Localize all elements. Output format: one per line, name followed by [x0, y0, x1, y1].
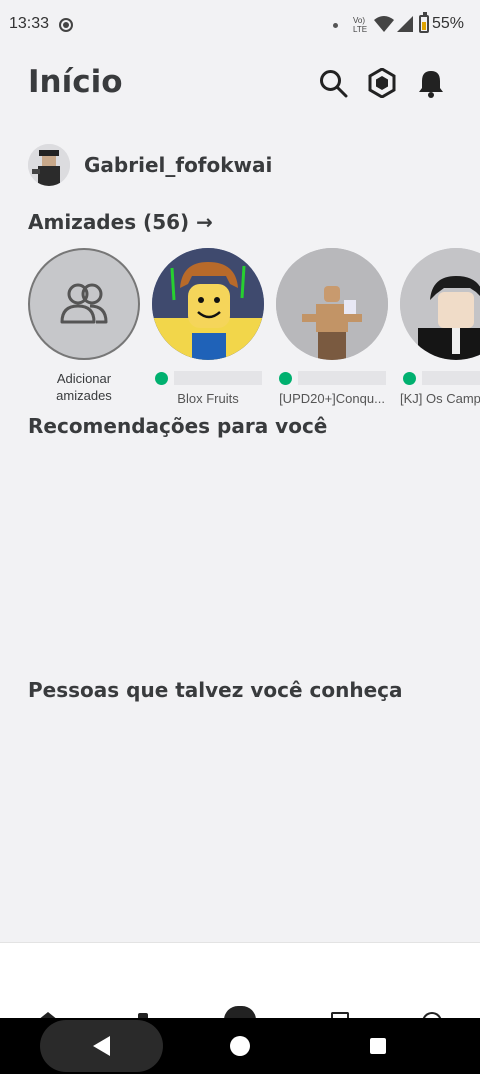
- add-friends-icon: [60, 283, 108, 324]
- notification-dot-icon: [333, 23, 338, 28]
- back-icon: [93, 1036, 110, 1056]
- add-friends-label: Adicionar amizades: [28, 370, 140, 404]
- friend-name-placeholder: [422, 371, 480, 385]
- friend-status: [403, 371, 480, 385]
- friends-carousel[interactable]: Adicionar amizades Blox Fruits [UPD20+]C…: [0, 248, 480, 413]
- friend-avatar[interactable]: [152, 248, 264, 360]
- battery-icon: [419, 12, 429, 33]
- battery-percent: 55%: [432, 15, 465, 32]
- status-bar: 13:33 Vo) LTE 55%: [0, 0, 480, 52]
- friend-game-name: Blox Fruits: [177, 391, 239, 406]
- avatar[interactable]: [28, 144, 70, 186]
- friend-game-name: [KJ] Os Camp: [400, 391, 480, 406]
- friend-status: [279, 371, 396, 385]
- online-presence-icon: [155, 371, 168, 385]
- friend-avatar[interactable]: [276, 248, 388, 360]
- status-time: 13:33: [9, 15, 50, 32]
- volte-lte-icon: Vo) LTE: [353, 16, 368, 34]
- friend-game-name: [UPD20+]Conqu...: [279, 391, 385, 406]
- wifi-icon: [374, 16, 394, 32]
- recommendations-title: Recomendações para você: [28, 414, 328, 438]
- avatar-image: [28, 144, 70, 186]
- people-you-may-know-title: Pessoas que talvez você conheça: [28, 678, 403, 702]
- friend-item[interactable]: Blox Fruits: [152, 248, 272, 406]
- add-friends-label-line1: Adicionar: [56, 371, 112, 386]
- add-friends-button[interactable]: Adicionar amizades: [28, 248, 148, 404]
- add-friends-circle[interactable]: [28, 248, 140, 360]
- robux-button[interactable]: [365, 66, 399, 100]
- friend-avatar-image: [400, 248, 480, 360]
- search-icon: [320, 70, 348, 98]
- friend-avatar[interactable]: [400, 248, 480, 360]
- notifications-button[interactable]: [414, 66, 448, 100]
- search-button[interactable]: [316, 66, 350, 100]
- friend-item[interactable]: [KJ] Os Camp: [400, 248, 480, 406]
- friend-status: [155, 371, 272, 385]
- friend-name-placeholder: [174, 371, 262, 385]
- friend-name-placeholder: [298, 371, 386, 385]
- system-navigation-bar: [0, 1018, 480, 1074]
- signal-icon: [397, 16, 413, 32]
- notifications-icon: [419, 71, 443, 98]
- page-title: Início: [28, 64, 123, 100]
- friends-header-link[interactable]: Amizades (56) →: [28, 210, 213, 234]
- friend-avatar-image: [276, 248, 388, 360]
- add-friends-label-line2: amizades: [56, 388, 112, 403]
- friend-avatar-image: [152, 248, 264, 360]
- home-button[interactable]: [230, 1036, 250, 1056]
- recents-button[interactable]: [370, 1038, 386, 1054]
- battery-fill: [422, 22, 426, 30]
- friend-item[interactable]: [UPD20+]Conqu...: [276, 248, 396, 406]
- robux-icon: [368, 68, 396, 98]
- screen-record-icon: [59, 18, 73, 32]
- online-presence-icon: [403, 371, 416, 385]
- online-presence-icon: [279, 371, 292, 385]
- username[interactable]: Gabriel_fofokwai: [84, 153, 272, 177]
